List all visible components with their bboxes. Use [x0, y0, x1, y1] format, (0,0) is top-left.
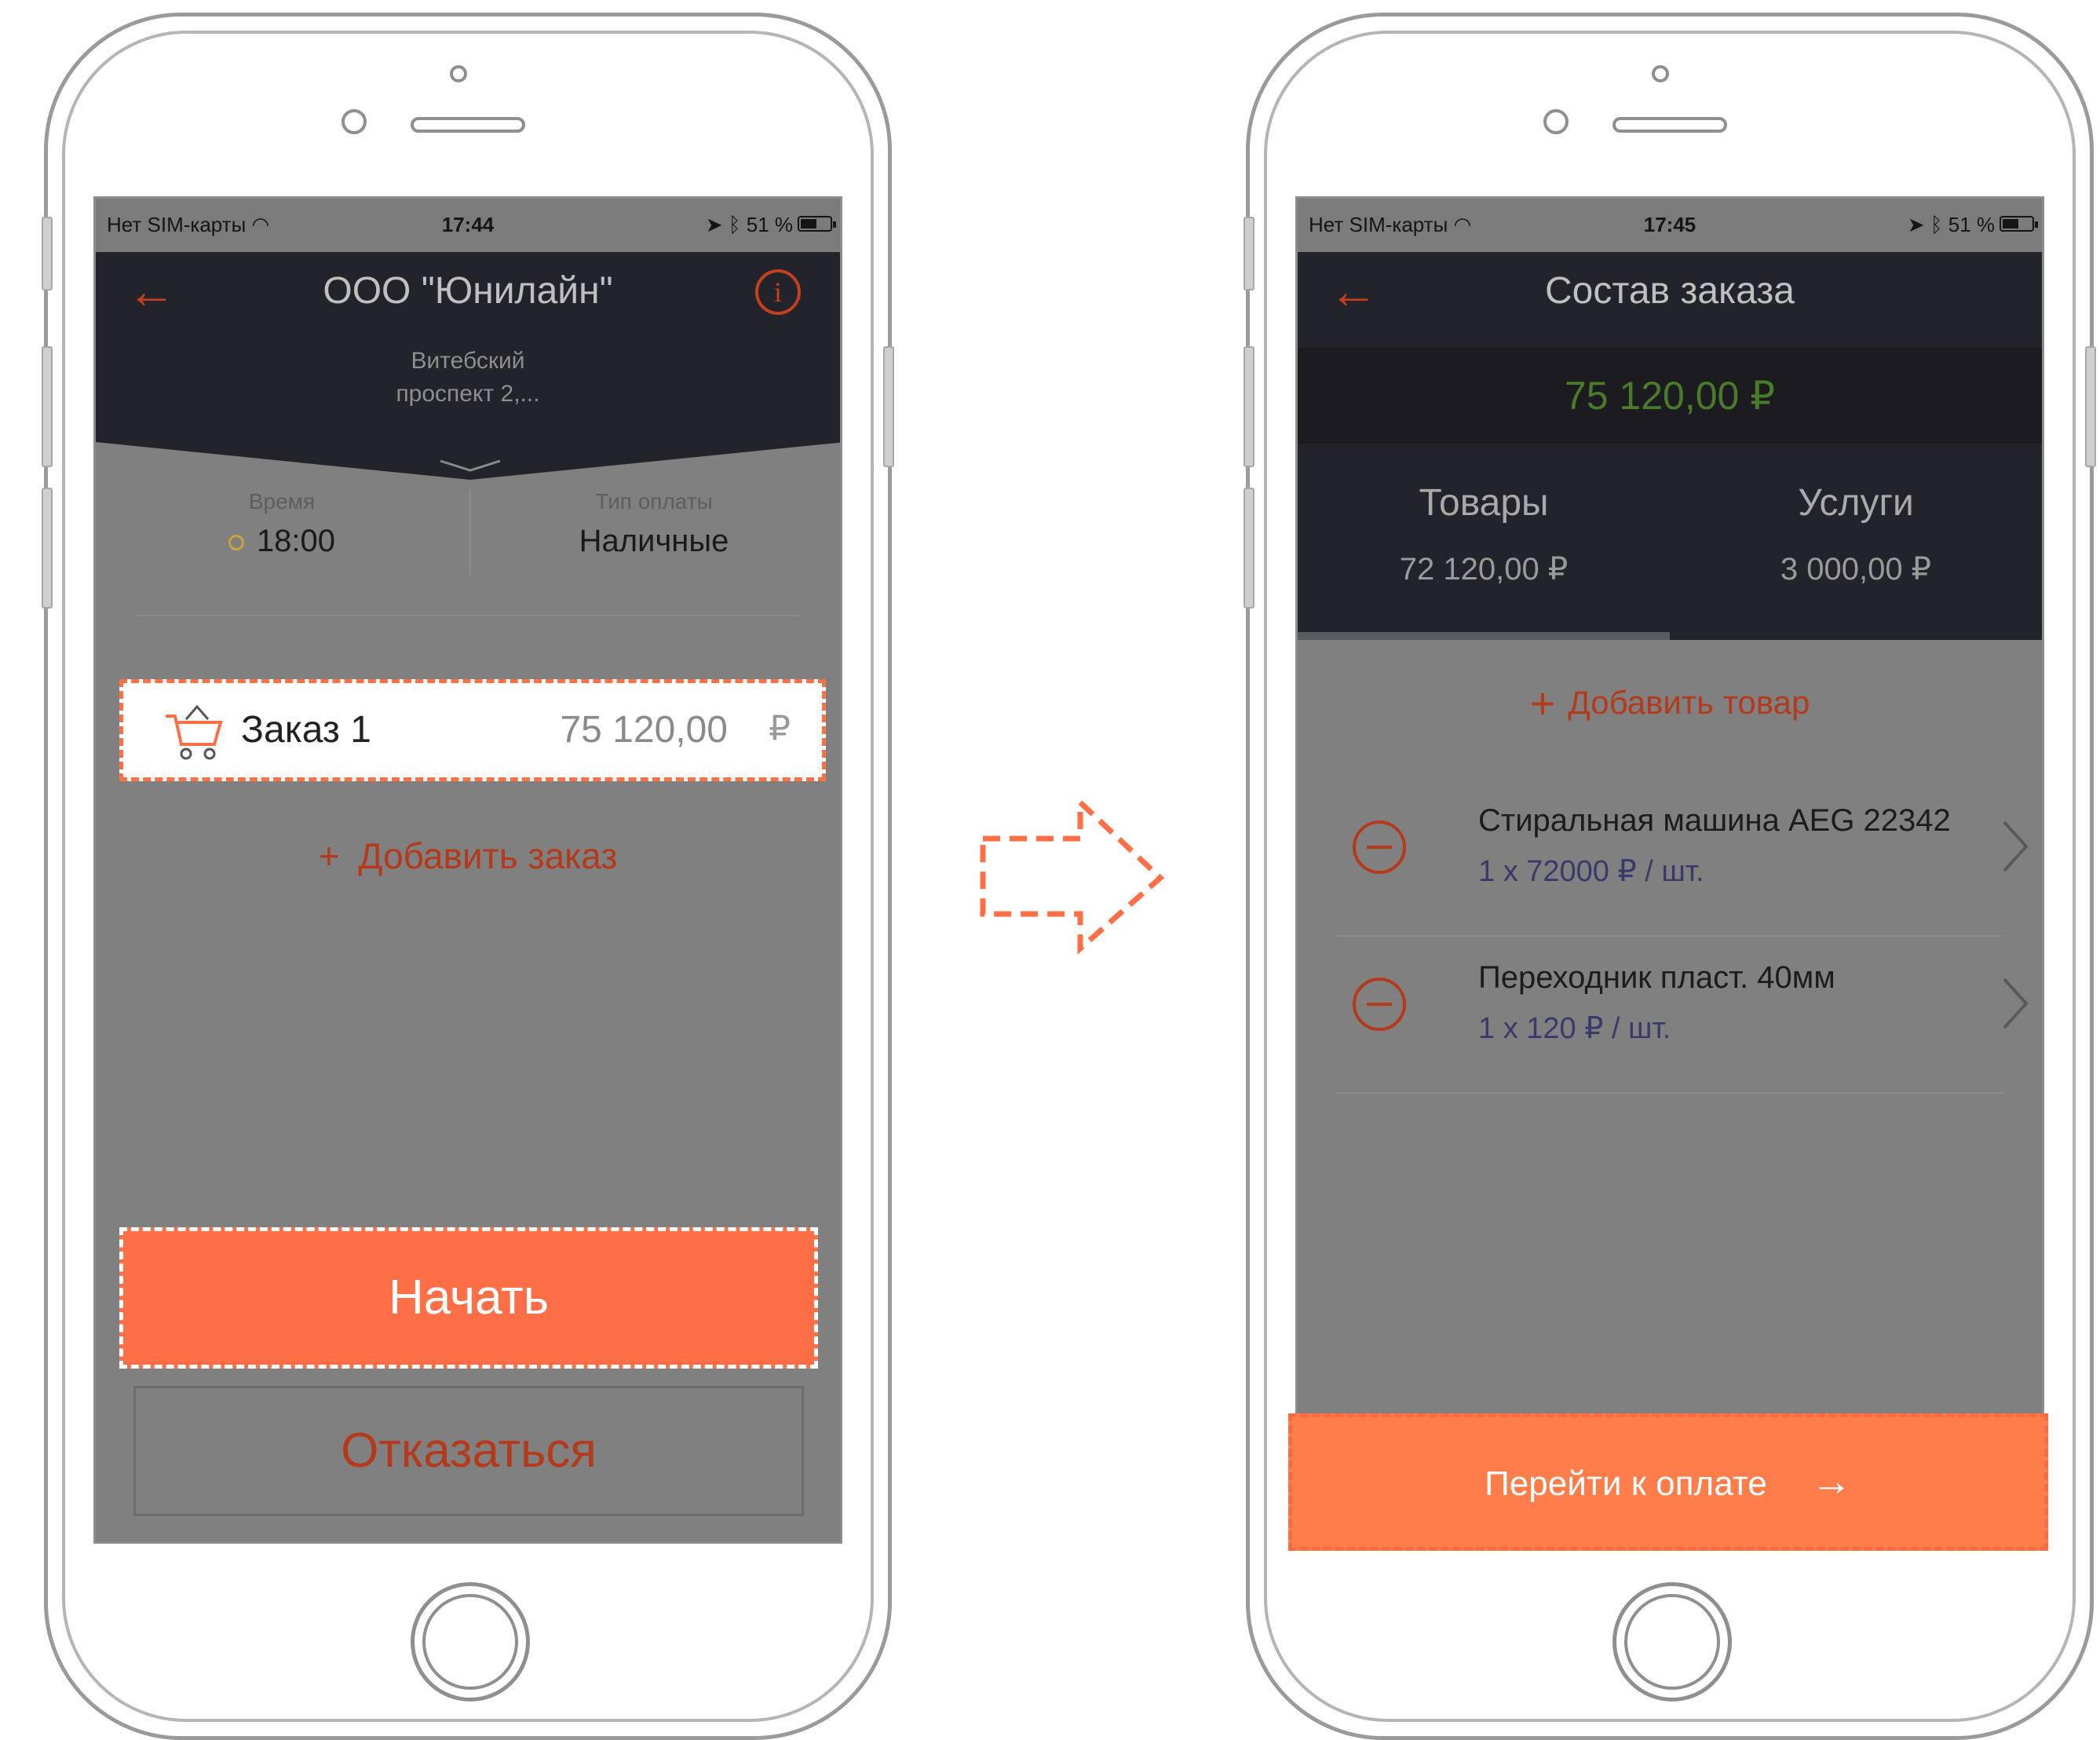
- client-address: Витебский проспект 2,...: [96, 345, 840, 411]
- address-line-1: Витебский: [411, 348, 525, 374]
- status-right: ➤ ᛒ 51 %: [1907, 213, 1995, 236]
- front-camera: [1652, 65, 1669, 82]
- proximity-sensor: [341, 109, 367, 134]
- cart-icon: [166, 704, 223, 760]
- power-button: [2085, 346, 2096, 467]
- add-order-label: Добавить заказ: [358, 835, 618, 876]
- payment-label: Тип оплаты: [595, 489, 713, 514]
- cancel-button[interactable]: Отказаться: [133, 1386, 804, 1516]
- time-value: 18:00: [256, 524, 336, 558]
- list-item[interactable]: Стиральная машина AEG 22342 1 x 72000 ₽ …: [1298, 780, 2042, 937]
- mute-switch: [1244, 217, 1255, 291]
- tab-services-label: Услуги: [1798, 482, 1914, 524]
- tab-goods[interactable]: Товары 72 120,00 ₽: [1298, 444, 1670, 587]
- time-value-row: 18:00: [96, 524, 468, 559]
- list-item[interactable]: Переходник пласт. 40мм 1 x 120 ₽ / шт.: [1298, 937, 2042, 1094]
- screen-title: Состав заказа: [1545, 270, 1795, 312]
- clock-icon: [228, 535, 244, 551]
- battery-icon: [798, 216, 836, 232]
- volume-up-button: [42, 346, 53, 467]
- remove-circle-icon[interactable]: [1353, 978, 1406, 1031]
- divider: [1335, 1092, 2004, 1094]
- location-icon: ➤: [1907, 213, 1925, 236]
- bluetooth-icon: ᛒ: [728, 213, 741, 236]
- info-icon[interactable]: i: [755, 269, 801, 315]
- status-right: ➤ ᛒ 51 %: [705, 213, 793, 236]
- plus-icon: +: [1529, 678, 1556, 728]
- tab-services-sum: 3 000,00 ₽: [1780, 552, 1932, 587]
- tab-goods-sum: 72 120,00 ₽: [1399, 552, 1569, 587]
- remove-circle-icon[interactable]: [1353, 821, 1406, 874]
- volume-up-button: [1244, 346, 1255, 467]
- volume-down-button: [1244, 488, 1255, 609]
- status-bar: Нет SIM-карты ◠ 17:45 ➤ ᛒ 51 %: [1298, 199, 2042, 252]
- order-card[interactable]: Заказ 1 75 120,00 ₽: [119, 679, 826, 781]
- home-button[interactable]: [411, 1582, 530, 1702]
- pay-button-label: Перейти к оплате: [1485, 1464, 1767, 1503]
- item-quantity: 1 x 72000 ₽ / шт.: [1478, 855, 1704, 888]
- divider: [133, 615, 802, 616]
- power-button: [883, 346, 894, 467]
- arrow-right-icon: →: [1810, 1459, 1852, 1504]
- plus-icon: +: [318, 835, 340, 876]
- order-sum: 75 120,00: [560, 709, 728, 751]
- time-block: Время 18:00: [96, 489, 468, 559]
- add-goods-label: Добавить товар: [1568, 684, 1810, 721]
- tab-services[interactable]: Услуги 3 000,00 ₽: [1670, 444, 2042, 587]
- location-icon: ➤: [705, 213, 723, 236]
- order-total: 75 120,00 ₽: [1298, 348, 2042, 444]
- payment-value[interactable]: Наличные: [468, 524, 840, 559]
- client-title: ООО "Юнилайн": [323, 270, 613, 312]
- order-name: Заказ 1: [241, 709, 371, 751]
- start-button[interactable]: Начать: [119, 1227, 818, 1369]
- earpiece-speaker: [1612, 117, 1727, 133]
- flow-arrow-icon: [980, 798, 1165, 955]
- home-button[interactable]: [1612, 1582, 1732, 1702]
- item-name: Стиральная машина AEG 22342: [1478, 803, 1951, 838]
- mute-switch: [42, 217, 53, 291]
- tab-indicator: [1298, 632, 1670, 640]
- time-label: Время: [248, 489, 316, 514]
- add-goods-button[interactable]: + Добавить товар: [1298, 678, 2042, 729]
- chevron-right-icon[interactable]: [2000, 819, 2031, 874]
- order-composition-screen: Нет SIM-карты ◠ 17:45 ➤ ᛒ 51 % ← Состав …: [1295, 196, 2044, 1544]
- proceed-to-payment-button[interactable]: Перейти к оплате →: [1288, 1413, 2048, 1551]
- status-bar: Нет SIM-карты ◠ 17:44 ➤ ᛒ 51 %: [96, 199, 840, 252]
- chevron-down-icon[interactable]: [439, 458, 502, 473]
- bluetooth-icon: ᛒ: [1930, 213, 1943, 236]
- tab-goods-label: Товары: [1419, 482, 1549, 524]
- chevron-right-icon[interactable]: [2000, 976, 2031, 1031]
- tab-bar: Товары 72 120,00 ₽ Услуги 3 000,00 ₽: [1298, 444, 2042, 640]
- earpiece-speaker: [411, 117, 525, 133]
- front-camera: [450, 65, 467, 82]
- add-order-button[interactable]: + Добавить заказ: [96, 835, 840, 877]
- order-screen: Нет SIM-карты ◠ 17:44 ➤ ᛒ 51 % ← ООО "Юн…: [93, 196, 842, 1544]
- order-currency: ₽: [769, 709, 791, 748]
- payment-block[interactable]: Тип оплаты Наличные: [468, 489, 840, 559]
- battery-icon: [2000, 216, 2038, 232]
- proximity-sensor: [1543, 109, 1569, 134]
- item-quantity: 1 x 120 ₽ / шт.: [1478, 1012, 1671, 1045]
- address-line-2: проспект 2,...: [396, 381, 540, 407]
- nav-bar: ← Состав заказа: [1298, 252, 2042, 348]
- item-name: Переходник пласт. 40мм: [1478, 960, 1835, 995]
- order-info-row: Время 18:00 Тип оплаты Наличные: [96, 489, 840, 583]
- volume-down-button: [42, 488, 53, 609]
